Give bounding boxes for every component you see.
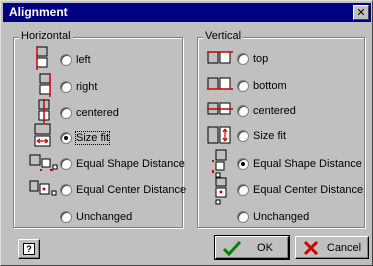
size-fit-horizontal-icon <box>34 123 51 147</box>
title-bar: Alignment ✕ <box>3 3 371 22</box>
align-right-icon <box>39 73 51 97</box>
h-unchanged-label: Unchanged <box>76 211 133 223</box>
dialog-title: Alignment <box>9 5 68 19</box>
ok-label: OK <box>257 241 273 254</box>
v-centered-radio[interactable] <box>237 105 249 117</box>
h-option-left[interactable]: left <box>60 50 91 70</box>
v-top-radio[interactable] <box>237 53 249 65</box>
v-bottom-label: bottom <box>253 80 287 92</box>
h-equal-shape-radio[interactable] <box>60 158 72 170</box>
h-right-radio[interactable] <box>60 81 72 93</box>
ok-button[interactable]: OK <box>214 235 290 260</box>
cross-icon <box>303 240 319 255</box>
h-equal-shape-label: Equal Shape Distance <box>76 158 185 170</box>
v-option-size-fit[interactable]: Size fit <box>237 126 286 146</box>
equal-center-distance-vertical-icon <box>215 177 227 205</box>
v-option-bottom[interactable]: bottom <box>237 76 287 96</box>
v-option-unchanged[interactable]: Unchanged <box>237 207 309 227</box>
v-option-centered[interactable]: centered <box>237 101 296 121</box>
align-bottom-icon <box>207 77 233 90</box>
horizontal-group-label: Horizontal <box>19 30 73 42</box>
h-left-radio[interactable] <box>60 54 72 66</box>
h-option-right[interactable]: right <box>60 77 97 97</box>
close-button[interactable]: ✕ <box>353 5 369 20</box>
v-bottom-radio[interactable] <box>237 80 249 92</box>
align-center-horizontal-icon <box>38 99 50 123</box>
v-option-top[interactable]: top <box>237 49 268 69</box>
v-unchanged-radio[interactable] <box>237 211 249 223</box>
v-option-equal-center-distance[interactable]: Equal Center Distance <box>237 180 363 200</box>
align-top-icon <box>207 51 233 64</box>
alignment-dialog: Alignment ✕ Horizontal left right center… <box>0 0 373 266</box>
align-center-vertical-icon <box>207 102 233 115</box>
equal-center-distance-horizontal-icon <box>29 180 57 196</box>
h-equal-center-radio[interactable] <box>60 184 72 196</box>
h-size-fit-radio[interactable] <box>60 132 72 144</box>
align-left-icon <box>36 46 48 70</box>
h-size-fit-label: Size fit <box>74 131 111 145</box>
size-fit-vertical-icon <box>207 126 231 144</box>
v-top-label: top <box>253 53 269 65</box>
v-equal-shape-label: Equal Shape Distance <box>253 158 362 170</box>
h-right-label: right <box>76 81 98 93</box>
h-option-unchanged[interactable]: Unchanged <box>60 207 132 227</box>
v-equal-center-radio[interactable] <box>237 184 249 196</box>
cancel-button[interactable]: Cancel <box>295 236 369 259</box>
v-centered-label: centered <box>253 105 296 117</box>
v-size-fit-label: Size fit <box>253 130 287 142</box>
h-option-centered[interactable]: centered <box>60 103 119 123</box>
h-left-label: left <box>76 54 91 66</box>
v-equal-shape-radio[interactable] <box>237 158 249 170</box>
checkmark-icon <box>222 240 242 256</box>
v-size-fit-radio[interactable] <box>237 130 249 142</box>
v-option-equal-shape-distance[interactable]: Equal Shape Distance <box>237 154 362 174</box>
equal-shape-distance-vertical-icon <box>212 149 227 178</box>
v-unchanged-label: Unchanged <box>253 211 310 223</box>
h-centered-radio[interactable] <box>60 107 72 119</box>
h-option-equal-center-distance[interactable]: Equal Center Distance <box>60 180 186 200</box>
cancel-label: Cancel <box>326 241 362 254</box>
h-option-equal-shape-distance[interactable]: Equal Shape Distance <box>60 154 185 174</box>
help-button[interactable]: ? <box>18 239 40 259</box>
equal-shape-distance-horizontal-icon <box>29 154 58 171</box>
h-centered-label: centered <box>76 107 119 119</box>
vertical-group-label: Vertical <box>203 30 244 42</box>
v-equal-center-label: Equal Center Distance <box>253 184 364 196</box>
help-icon: ? <box>23 243 35 255</box>
h-option-size-fit[interactable]: Size fit <box>60 128 111 148</box>
h-unchanged-radio[interactable] <box>60 211 72 223</box>
h-equal-center-label: Equal Center Distance <box>76 184 187 196</box>
